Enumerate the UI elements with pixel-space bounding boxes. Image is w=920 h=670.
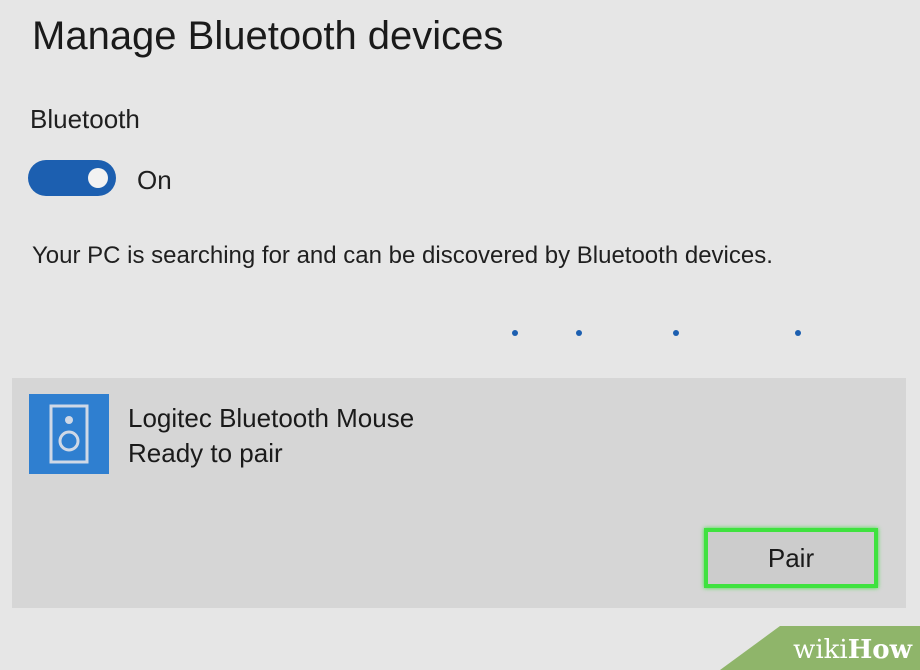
- watermark-suffix: How: [847, 635, 912, 665]
- pair-button[interactable]: Pair: [704, 528, 878, 588]
- progress-dot: [795, 330, 801, 336]
- device-status: Ready to pair: [128, 438, 283, 468]
- device-list-item[interactable]: Logitec Bluetooth Mouse Ready to pair Pa…: [12, 378, 906, 608]
- bluetooth-toggle-state: On: [137, 165, 172, 195]
- bluetooth-toggle[interactable]: [28, 160, 116, 196]
- discovery-status-text: Your PC is searching for and can be disc…: [32, 242, 773, 269]
- watermark-prefix: wiki: [793, 635, 848, 665]
- progress-dot: [512, 330, 518, 336]
- bluetooth-label: Bluetooth: [30, 104, 140, 134]
- device-name: Logitec Bluetooth Mouse: [128, 403, 415, 433]
- watermark-text: wikiHow: [793, 634, 912, 666]
- progress-dot: [673, 330, 679, 336]
- speaker-icon: [29, 394, 109, 474]
- watermark-background: [720, 626, 920, 670]
- wikihow-watermark: wikiHow: [720, 626, 920, 670]
- progress-dot: [576, 330, 582, 336]
- page-title: Manage Bluetooth devices: [32, 14, 504, 58]
- toggle-knob: [88, 168, 108, 188]
